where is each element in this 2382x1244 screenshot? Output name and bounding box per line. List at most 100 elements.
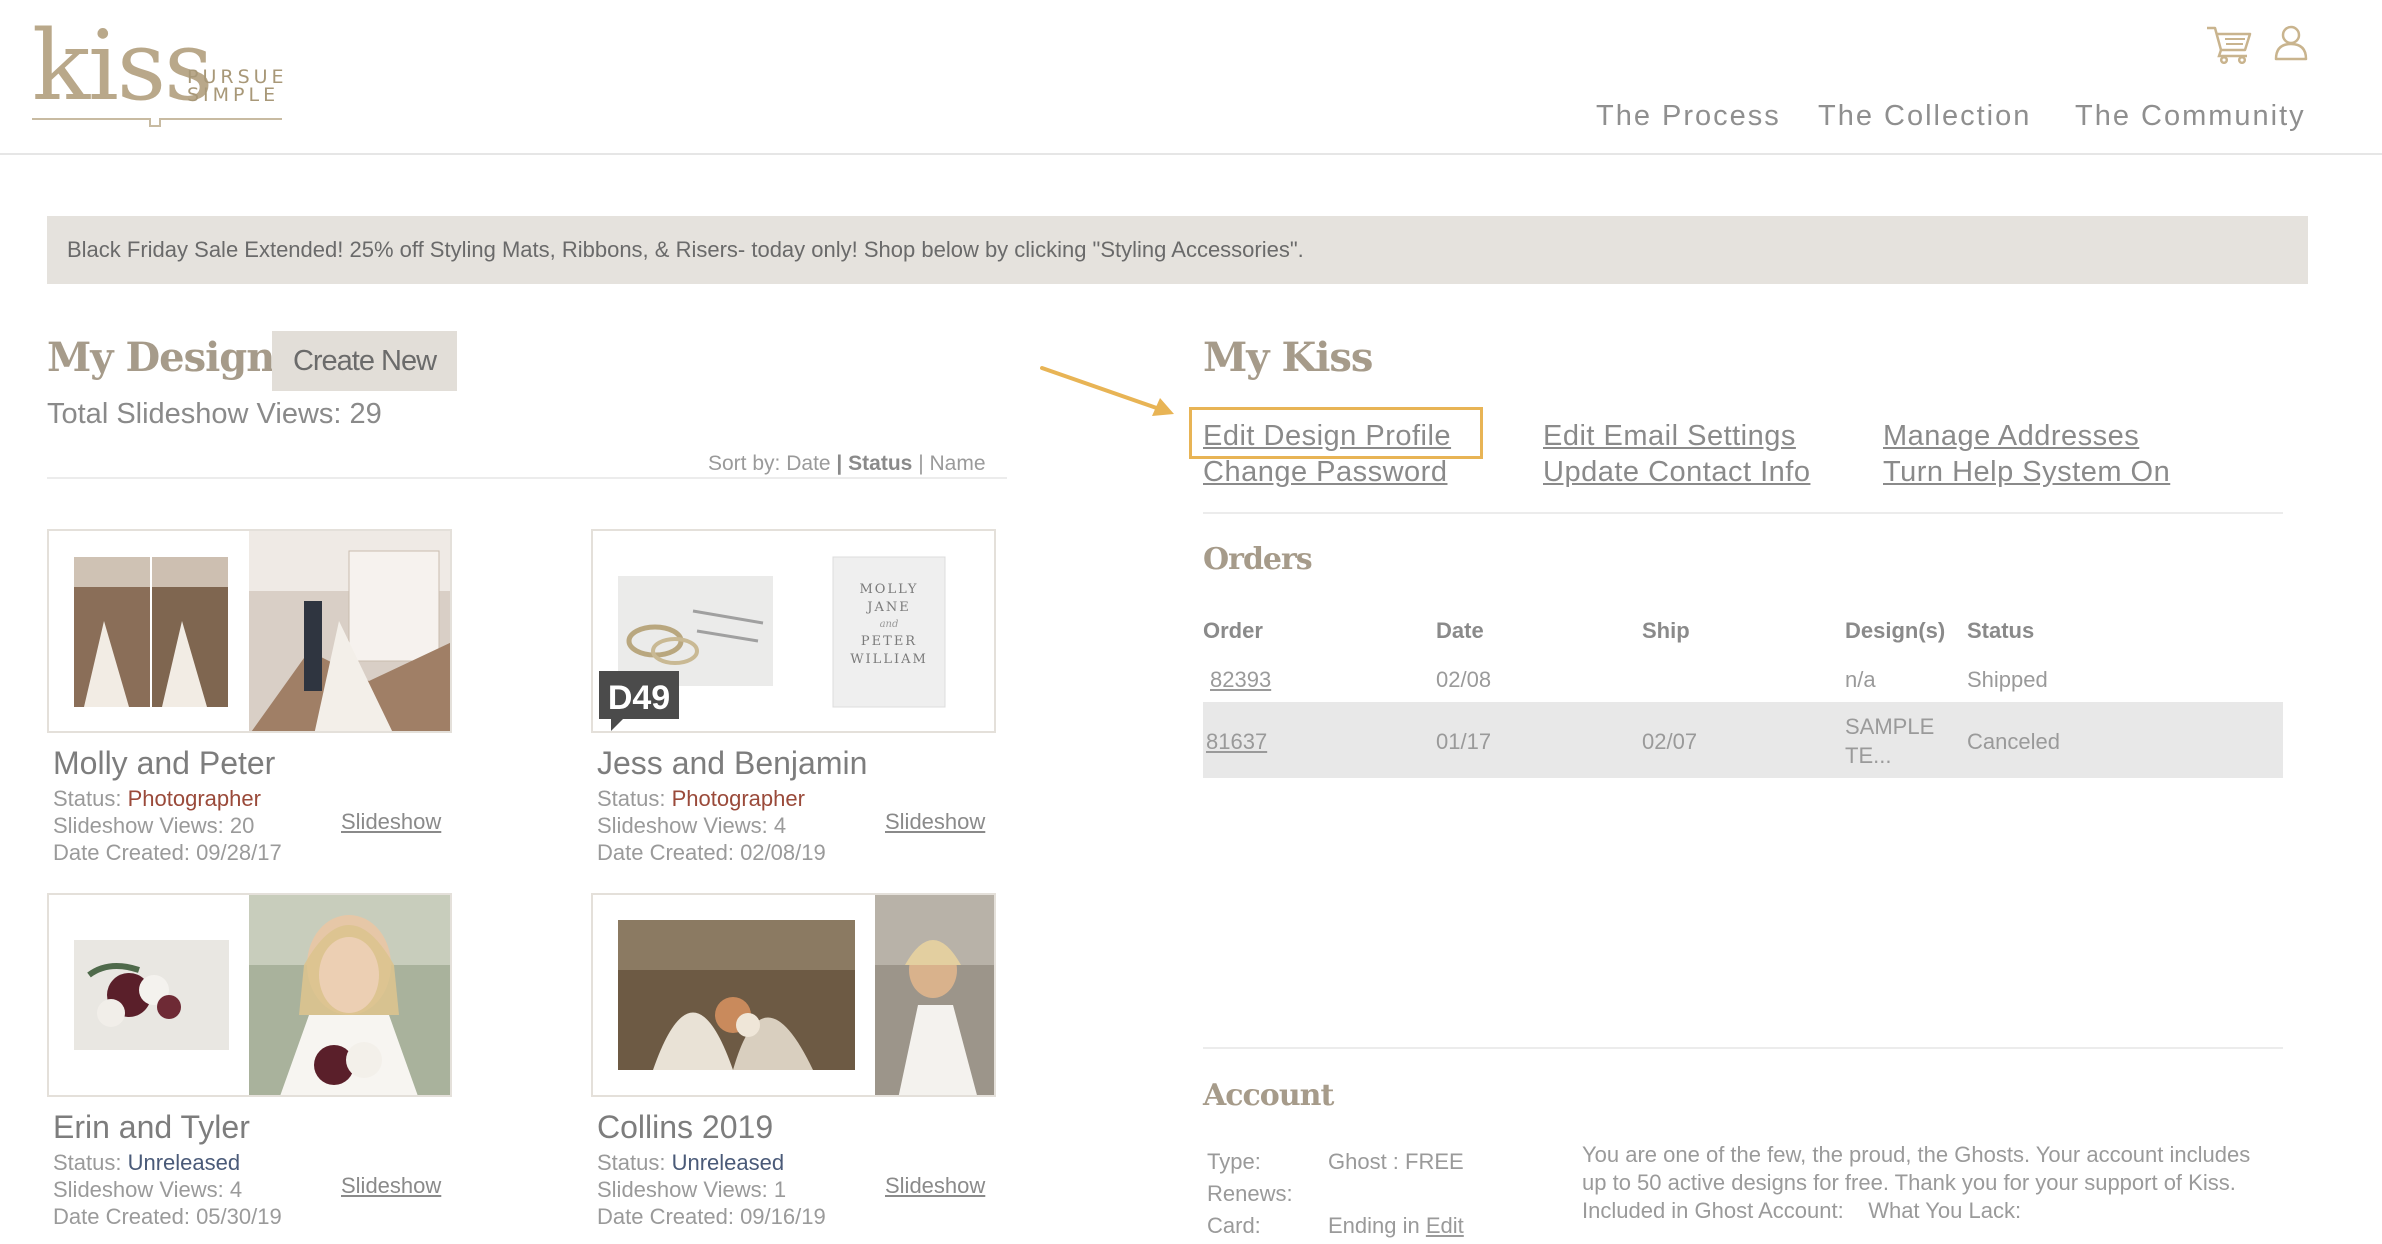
design-date: Date Created: 09/28/17 bbox=[53, 840, 282, 865]
sort-separator: | bbox=[836, 452, 843, 475]
design-badge: D49 bbox=[608, 679, 670, 717]
sort-controls: Sort by: Date | Status | Name bbox=[708, 452, 986, 476]
total-slideshow-views: Total Slideshow Views: 29 bbox=[47, 398, 382, 430]
order-design: SAMPLE bbox=[1845, 714, 1935, 739]
orders-col-designs: Design(s) bbox=[1845, 618, 1946, 643]
account-description: You are one of the few, the proud, the G… bbox=[1582, 1141, 2272, 1225]
divider bbox=[1203, 1047, 2283, 1049]
my-designs-title: My Designs bbox=[47, 334, 297, 381]
design-status: Status: Photographer bbox=[597, 786, 805, 812]
svg-text:WILLIAM: WILLIAM bbox=[850, 652, 928, 667]
divider bbox=[47, 477, 1007, 479]
svg-text:MOLLY: MOLLY bbox=[860, 582, 919, 597]
status-label: Status: bbox=[53, 1150, 122, 1175]
order-number-link[interactable]: 81637 bbox=[1206, 729, 1267, 755]
logo-tagline-bottom: SIMPLE bbox=[187, 84, 280, 106]
sort-separator: | bbox=[918, 452, 924, 475]
design-date: Date Created: 09/16/19 bbox=[597, 1204, 826, 1229]
status-value: Unreleased bbox=[671, 1150, 785, 1175]
status-label: Status: bbox=[53, 786, 122, 811]
nav-the-collection[interactable]: The Collection bbox=[1818, 100, 2031, 133]
card-ending-text: Ending in bbox=[1328, 1213, 1420, 1238]
design-status: Status: Unreleased bbox=[597, 1150, 784, 1176]
orders-col-date: Date bbox=[1436, 618, 1484, 643]
design-card: Erin and Tyler Status: Unreleased Slides… bbox=[47, 893, 597, 1244]
edit-card-link[interactable]: Edit bbox=[1426, 1213, 1464, 1238]
slideshow-link[interactable]: Slideshow bbox=[341, 809, 441, 835]
manage-addresses-link[interactable]: Manage Addresses bbox=[1883, 420, 2139, 453]
my-kiss-title: My Kiss bbox=[1203, 334, 1373, 381]
design-thumbnail[interactable] bbox=[47, 529, 452, 733]
account-card-value: Ending in Edit bbox=[1328, 1213, 1464, 1239]
design-thumbnail[interactable]: MOLLY JANE and PETER WILLIAM D49 bbox=[591, 529, 996, 733]
design-thumbnail[interactable] bbox=[591, 893, 996, 1097]
included-label: Included in Ghost Account: bbox=[1582, 1198, 1844, 1223]
design-name[interactable]: Jess and Benjamin bbox=[597, 745, 867, 782]
logo-notch bbox=[149, 118, 161, 127]
design-name[interactable]: Collins 2019 bbox=[597, 1109, 773, 1146]
update-contact-info-link[interactable]: Update Contact Info bbox=[1543, 456, 1810, 489]
slideshow-link[interactable]: Slideshow bbox=[885, 1173, 985, 1199]
divider bbox=[1203, 512, 2283, 514]
lack-label: What You Lack: bbox=[1868, 1198, 2022, 1223]
nav-the-community[interactable]: The Community bbox=[2075, 100, 2306, 133]
create-new-button[interactable]: Create New bbox=[272, 331, 457, 391]
design-status: Status: Photographer bbox=[53, 786, 261, 812]
design-views: Slideshow Views: 20 bbox=[53, 813, 255, 838]
design-date: Date Created: 05/30/19 bbox=[53, 1204, 282, 1229]
order-date: 02/08 bbox=[1436, 667, 1492, 692]
sort-by-name[interactable]: Name bbox=[930, 452, 986, 475]
design-views: Slideshow Views: 1 bbox=[597, 1177, 787, 1202]
status-value: Photographer bbox=[127, 786, 261, 811]
edit-design-profile-link[interactable]: Edit Design Profile bbox=[1203, 420, 1451, 453]
status-label: Status: bbox=[597, 1150, 666, 1175]
slideshow-link[interactable]: Slideshow bbox=[341, 1173, 441, 1199]
table-row bbox=[1203, 702, 2283, 778]
promo-banner[interactable]: Black Friday Sale Extended! 25% off Styl… bbox=[47, 216, 2308, 284]
user-icon[interactable] bbox=[2273, 24, 2309, 67]
design-card: MOLLY JANE and PETER WILLIAM D49 Jess an… bbox=[591, 529, 1141, 889]
arrow-annotation-icon bbox=[1040, 362, 1190, 427]
order-status: Canceled bbox=[1967, 729, 2060, 754]
order-status: Shipped bbox=[1967, 667, 2048, 692]
account-description-text: You are one of the few, the proud, the G… bbox=[1582, 1142, 2251, 1195]
order-ship: 02/07 bbox=[1642, 729, 1698, 754]
order-date: 01/17 bbox=[1436, 729, 1492, 754]
sort-by-date[interactable]: Date bbox=[786, 452, 830, 475]
kiss-logo[interactable]: kiss PURSUE SIMPLE bbox=[32, 18, 287, 130]
orders-col-status: Status bbox=[1967, 618, 2035, 643]
order-design: n/a bbox=[1845, 667, 1876, 692]
order-number-link[interactable]: 82393 bbox=[1210, 667, 1271, 693]
edit-email-settings-link[interactable]: Edit Email Settings bbox=[1543, 420, 1796, 453]
status-value: Unreleased bbox=[127, 1150, 241, 1175]
account-type-value: Ghost : FREE bbox=[1328, 1149, 1464, 1174]
account-renews-label: Renews: bbox=[1207, 1181, 1293, 1206]
orders-col-order: Order bbox=[1203, 618, 1263, 643]
design-thumbnail[interactable] bbox=[47, 893, 452, 1097]
account-card-label: Card: bbox=[1207, 1213, 1261, 1238]
change-password-link[interactable]: Change Password bbox=[1203, 456, 1447, 489]
orders-title: Orders bbox=[1203, 542, 1313, 577]
orders-col-ship: Ship bbox=[1642, 618, 1690, 643]
account-type-label: Type: bbox=[1207, 1149, 1261, 1174]
logo-wordmark: kiss bbox=[32, 10, 213, 122]
sort-by-status[interactable]: Status bbox=[848, 452, 912, 475]
svg-text:PETER: PETER bbox=[861, 634, 917, 649]
design-name[interactable]: Erin and Tyler bbox=[53, 1109, 250, 1146]
slideshow-link[interactable]: Slideshow bbox=[885, 809, 985, 835]
order-design: TE... bbox=[1845, 743, 1892, 768]
cart-icon[interactable] bbox=[2205, 24, 2253, 69]
design-views: Slideshow Views: 4 bbox=[53, 1177, 243, 1202]
status-value: Photographer bbox=[671, 786, 805, 811]
design-name[interactable]: Molly and Peter bbox=[53, 745, 275, 782]
turn-help-system-on-link[interactable]: Turn Help System On bbox=[1883, 456, 2170, 489]
nav-the-process[interactable]: The Process bbox=[1596, 100, 1781, 133]
svg-text:JANE: JANE bbox=[865, 600, 910, 615]
design-card: Collins 2019 Status: Unreleased Slidesho… bbox=[591, 893, 1141, 1244]
design-card: Molly and Peter Status: Photographer Sli… bbox=[47, 529, 597, 889]
svg-text:and: and bbox=[880, 619, 899, 630]
site-header: kiss PURSUE SIMPLE The Process The Colle… bbox=[0, 0, 2382, 155]
sort-label: Sort by: bbox=[708, 452, 781, 475]
status-label: Status: bbox=[597, 786, 666, 811]
account-title: Account bbox=[1203, 1078, 1334, 1113]
